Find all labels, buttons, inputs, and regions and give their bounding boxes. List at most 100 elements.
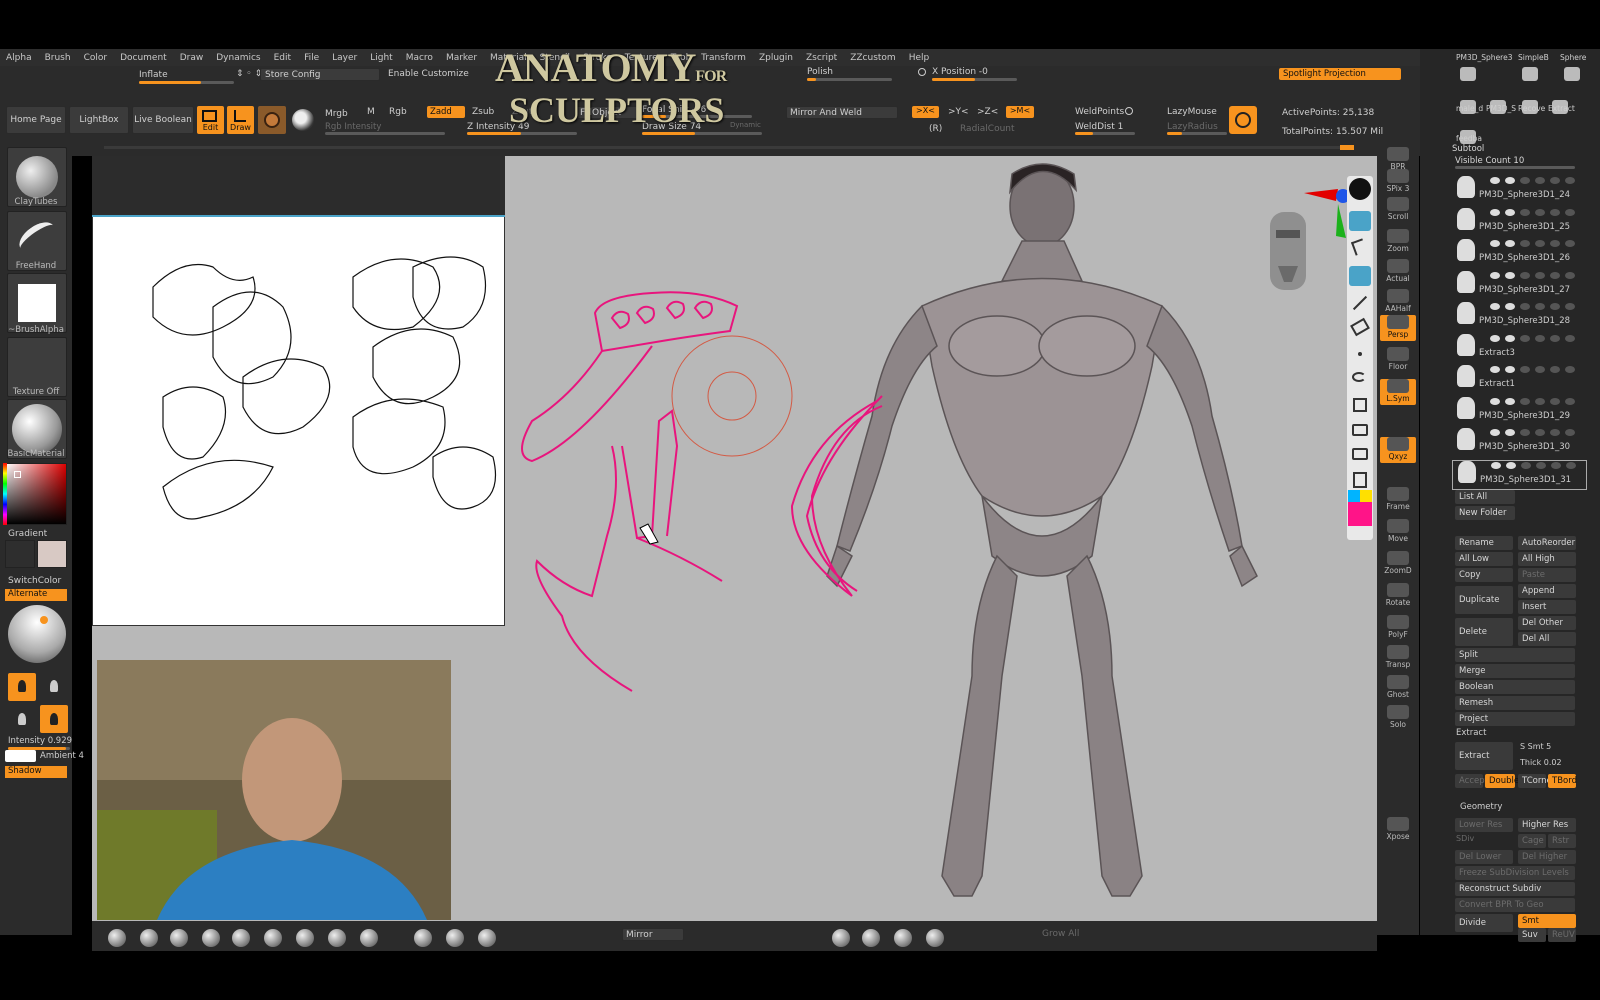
subtool-toggle-icon[interactable] [1521,461,1531,469]
symmetry-x-button[interactable]: >X< [912,106,939,118]
tcorner-button[interactable]: TCorne [1518,774,1552,788]
subtool-toggle-icon[interactable] [1520,429,1530,436]
subtool-toggle-icon[interactable] [1490,366,1500,373]
menu-item-help[interactable]: Help [909,53,930,63]
subtool-row[interactable]: PM3D_Sphere3D1_28 [1452,302,1587,332]
subtool-toggle-icon[interactable] [1565,303,1575,310]
mic-icon[interactable] [1349,178,1371,200]
bottom-shelf-icon[interactable] [414,929,432,947]
double-button[interactable]: Double [1485,774,1519,788]
dot-icon[interactable] [1358,352,1362,356]
extract-section-header[interactable]: Extract [1456,728,1486,738]
delete-button[interactable]: Delete [1455,618,1513,646]
thick-label[interactable]: Thick 0.02 [1520,758,1562,767]
mirror-and-weld-button[interactable]: Mirror And Weld [786,106,898,119]
polish-label[interactable]: Polish [807,67,833,77]
magenta-swatch[interactable] [1348,502,1372,526]
subtool-toggle-icon[interactable] [1505,366,1515,373]
subtool-row[interactable]: PM3D_Sphere3D1_24 [1452,176,1587,206]
paste-button[interactable]: Paste [1518,568,1576,582]
subtool-toggle-icon[interactable] [1566,461,1576,469]
pointer-icon[interactable] [1350,238,1368,256]
clipboard-icon[interactable] [1353,472,1367,488]
spotlight-projection-button[interactable]: Spotlight Projection [1279,68,1401,80]
tool-thumb-0[interactable] [1460,67,1476,81]
z-intensity-slider[interactable] [467,132,577,135]
light-2-bulb-icon[interactable] [50,680,58,692]
menu-item-document[interactable]: Document [120,53,167,63]
duplicate-button[interactable]: Duplicate [1455,586,1513,614]
bottom-shelf-icon[interactable] [296,929,314,947]
subtool-toggle-icon[interactable] [1535,177,1545,184]
menu-item-file[interactable]: File [304,53,319,63]
visible-count-slider[interactable] [1455,166,1575,169]
subtool-row[interactable]: PM3D_Sphere3D1_31 [1452,459,1587,490]
menu-item-marker[interactable]: Marker [446,53,477,63]
smt-button[interactable]: Smt [1518,914,1576,928]
switch-color-button[interactable]: SwitchColor [8,576,61,586]
convert-bpr-button[interactable]: Convert BPR To Geo [1455,898,1575,912]
subtool-toggle-icon[interactable] [1535,208,1545,216]
rightstrip-actual[interactable]: Actual [1380,259,1416,285]
bottom-shelf-icon[interactable] [202,929,220,947]
bottom-shelf-icon[interactable] [232,929,250,947]
accept-button[interactable]: Accept [1455,774,1488,788]
rightstrip-l-sym[interactable]: L.Sym [1380,379,1416,405]
tool-thumb-2[interactable] [1564,67,1580,81]
subtool-toggle-icon[interactable] [1505,208,1515,216]
del-all-button[interactable]: Del All [1518,632,1576,646]
subtool-row[interactable]: PM3D_Sphere3D1_30 [1452,428,1587,458]
m-button[interactable]: M [367,107,375,117]
subtool-toggle-icon[interactable] [1550,240,1560,247]
subtool-toggle-icon[interactable] [1550,429,1560,436]
subtool-row[interactable]: PM3D_Sphere3D1_27 [1452,270,1587,301]
insert-button[interactable]: Insert [1518,600,1576,614]
rightstrip-transp[interactable]: Transp [1380,645,1416,671]
subtool-toggle-icon[interactable] [1535,303,1545,310]
subtool-toggle-icon[interactable] [1565,366,1575,373]
bottom-shelf-icon[interactable] [926,929,944,947]
lightbox-button[interactable]: LightBox [69,106,129,134]
weld-points-toggle-icon[interactable] [1125,107,1133,115]
menu-item-zzcustom[interactable]: ZZcustom [850,53,895,63]
draw-size-slider[interactable] [642,132,762,135]
enable-customize-button[interactable]: Enable Customize [388,69,469,79]
higher-res-button[interactable]: Higher Res [1518,818,1576,832]
pen-icon[interactable] [1349,266,1371,286]
subtool-toggle-icon[interactable] [1565,240,1575,247]
subtool-toggle-icon[interactable] [1535,240,1545,247]
menu-item-color[interactable]: Color [84,53,108,63]
rightstrip-spix-3[interactable]: SPix 3 [1380,169,1416,195]
yellow-swatch[interactable] [1360,490,1372,502]
rightstrip-ghost[interactable]: Ghost [1380,675,1416,701]
rightstrip-xpose[interactable]: Xpose [1380,817,1416,843]
color-picker-cursor[interactable] [14,471,21,478]
subtool-toggle-icon[interactable] [1520,397,1530,405]
all-high-button[interactable]: All High [1518,552,1576,566]
inflate-label[interactable]: Inflate [139,70,168,80]
rgb-intensity-slider[interactable] [325,132,445,135]
subtool-toggle-icon[interactable] [1550,303,1560,310]
ruler-marker[interactable] [1340,145,1354,150]
mirror-button[interactable]: Mirror [622,928,684,941]
subtool-row[interactable]: PM3D_Sphere3D1_26 [1452,239,1587,269]
shadow-button[interactable]: Shadow [5,766,67,778]
subtool-toggle-icon[interactable] [1535,271,1545,279]
dynamic-button[interactable]: Dynamic [730,121,761,129]
rightstrip-rotate[interactable]: Rotate [1380,583,1416,609]
grow-all-button[interactable]: Grow All [1042,929,1079,939]
subtool-toggle-icon[interactable] [1565,397,1575,405]
boolean-button[interactable]: Boolean [1455,680,1575,694]
subtool-toggle-icon[interactable] [1565,429,1575,436]
subtool-toggle-icon[interactable] [1535,366,1545,373]
lazy-radius-label[interactable]: LazyRadius [1167,122,1218,132]
radial-count-label[interactable]: RadialCount [960,124,1015,134]
zadd-button[interactable]: Zadd [427,106,465,118]
lazy-radius-slider[interactable] [1167,132,1227,135]
subtool-toggle-icon[interactable] [1536,461,1546,469]
subtool-row[interactable]: PM3D_Sphere3D1_25 [1452,207,1587,238]
bottom-shelf-icon[interactable] [108,929,126,947]
rightstrip-zoom[interactable]: Zoom [1380,229,1416,255]
subtool-toggle-icon[interactable] [1490,240,1500,247]
alpha-thumbnail[interactable] [7,273,67,333]
